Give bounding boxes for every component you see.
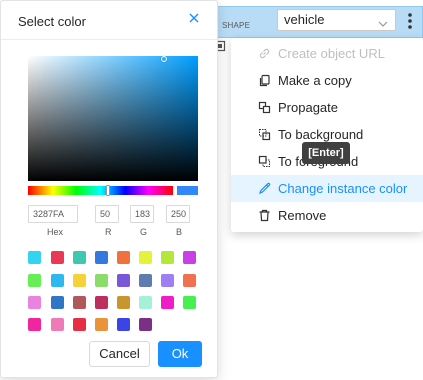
object-label-select[interactable]: vehicle — [277, 9, 396, 31]
color-swatch[interactable] — [51, 296, 64, 309]
color-swatch[interactable] — [28, 274, 41, 287]
copy-icon — [258, 74, 271, 87]
color-swatch[interactable] — [139, 318, 152, 331]
menu-item-make-a-copy[interactable]: Make a copy — [231, 67, 423, 94]
color-swatch[interactable] — [139, 274, 152, 287]
ok-button[interactable]: Ok — [158, 341, 202, 367]
color-swatch[interactable] — [139, 296, 152, 309]
saturation-area[interactable] — [28, 56, 198, 181]
trash-icon — [258, 209, 271, 222]
color-swatch[interactable] — [28, 296, 41, 309]
current-color-preview — [177, 186, 198, 195]
menu-item-label: Propagate — [278, 100, 338, 115]
g-label: G — [140, 227, 148, 237]
r-label: R — [105, 227, 112, 237]
color-swatch[interactable] — [95, 274, 108, 287]
menu-item-remove[interactable]: Remove — [231, 202, 423, 229]
color-swatch[interactable] — [73, 318, 86, 331]
color-swatch[interactable] — [117, 296, 130, 309]
color-swatch[interactable] — [117, 251, 130, 264]
color-swatch[interactable] — [95, 318, 108, 331]
color-swatch[interactable] — [161, 251, 174, 264]
menu-item-create-object-url[interactable]: Create object URL — [231, 40, 423, 67]
color-picker-dialog: Select color 3287FA 50 183 250 Hex R G B… — [0, 0, 218, 378]
to-background-icon — [258, 128, 271, 141]
g-input[interactable]: 183 — [130, 205, 154, 223]
color-swatch[interactable] — [95, 296, 108, 309]
color-swatch[interactable] — [95, 251, 108, 264]
b-label: B — [176, 227, 183, 237]
menu-item-label: To background — [278, 127, 364, 142]
menu-item-label: Make a copy — [278, 73, 352, 88]
color-swatch[interactable] — [51, 274, 64, 287]
r-input[interactable]: 50 — [95, 205, 119, 223]
shortcut-tooltip: [Enter] — [302, 142, 350, 164]
color-swatch[interactable] — [183, 296, 196, 309]
b-input[interactable]: 250 — [166, 205, 190, 223]
cancel-button[interactable]: Cancel — [89, 341, 150, 367]
color-swatch[interactable] — [51, 251, 64, 264]
color-swatch[interactable] — [139, 251, 152, 264]
color-swatch[interactable] — [183, 274, 196, 287]
color-swatch[interactable] — [28, 318, 41, 331]
color-swatch[interactable] — [161, 296, 174, 309]
more-options-icon[interactable] — [404, 11, 416, 31]
menu-item-propagate[interactable]: Propagate — [231, 94, 423, 121]
hue-slider-handle[interactable] — [106, 185, 110, 196]
close-icon[interactable] — [187, 11, 201, 25]
color-swatch[interactable] — [73, 274, 86, 287]
to-foreground-icon — [258, 155, 271, 168]
menu-item-label: Change instance color — [278, 181, 408, 196]
object-context-menu: Create object URL Make a copy Propagate … — [231, 38, 423, 232]
color-swatch[interactable] — [117, 274, 130, 287]
color-swatch[interactable] — [73, 251, 86, 264]
color-swatch[interactable] — [117, 318, 130, 331]
color-swatch[interactable] — [183, 251, 196, 264]
menu-item-label: Create object URL — [278, 46, 385, 61]
color-swatch[interactable] — [73, 296, 86, 309]
menu-item-change-instance-color[interactable]: Change instance color — [231, 175, 423, 202]
hex-input[interactable]: 3287FA — [28, 205, 78, 223]
color-picker-icon — [258, 182, 271, 195]
hue-slider[interactable] — [28, 186, 173, 195]
chevron-down-icon — [377, 15, 389, 27]
saturation-handle[interactable] — [161, 56, 167, 62]
hex-label: Hex — [47, 227, 64, 237]
color-swatch[interactable] — [51, 318, 64, 331]
link-icon — [258, 47, 271, 60]
color-swatch[interactable] — [161, 274, 174, 287]
propagate-icon — [258, 101, 271, 114]
dialog-title: Select color — [18, 14, 86, 29]
color-swatch[interactable] — [28, 251, 41, 264]
dialog-divider — [1, 39, 217, 40]
menu-item-label: Remove — [278, 208, 327, 223]
shape-type-label: SHAPE — [222, 21, 251, 30]
object-label-value: vehicle — [284, 12, 325, 27]
